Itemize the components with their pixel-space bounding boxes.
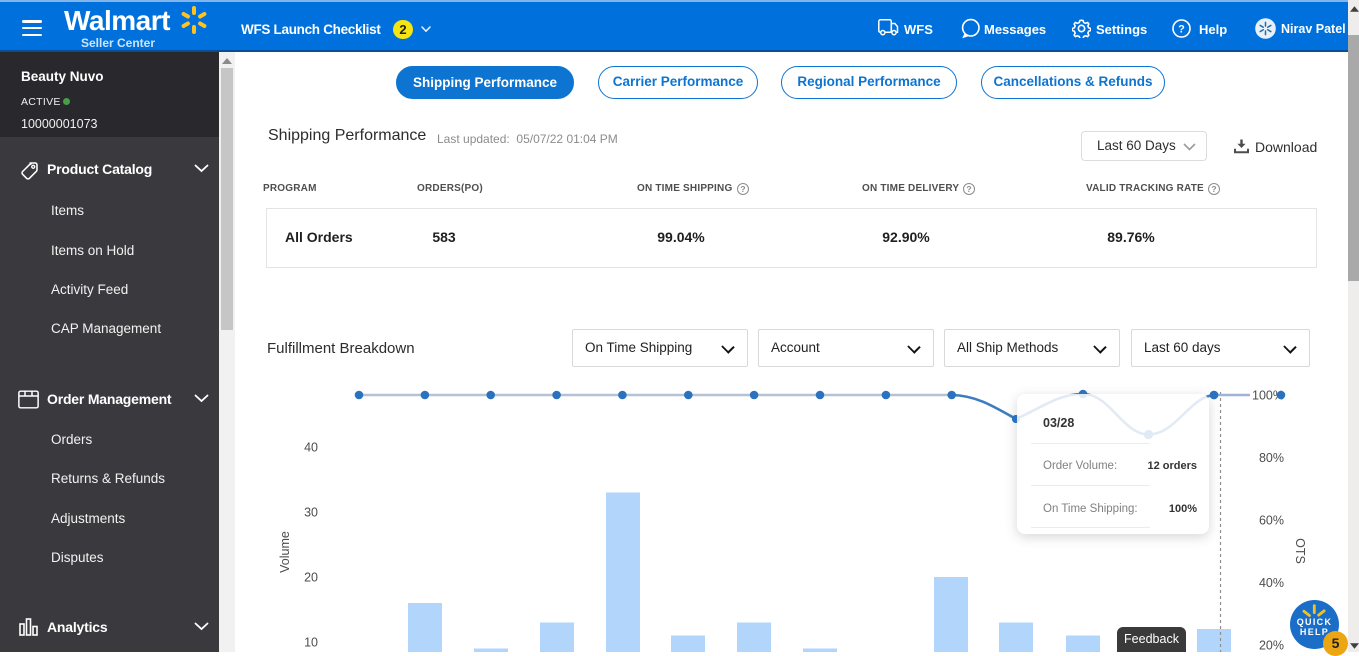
svg-text:60%: 60% bbox=[1259, 514, 1284, 528]
svg-text:80%: 80% bbox=[1259, 451, 1284, 465]
svg-text:20%: 20% bbox=[1259, 639, 1284, 653]
svg-text:Order Volume:: Order Volume: bbox=[1043, 460, 1117, 472]
svg-text:10: 10 bbox=[304, 636, 318, 650]
svg-text:?: ? bbox=[1178, 24, 1185, 36]
svg-text:20: 20 bbox=[304, 571, 318, 585]
svg-text:On Time Shipping:: On Time Shipping: bbox=[1043, 503, 1138, 515]
svg-text:30: 30 bbox=[304, 506, 318, 520]
svg-text:100%: 100% bbox=[1169, 503, 1197, 515]
svg-text:12 orders: 12 orders bbox=[1147, 460, 1197, 472]
svg-text:40: 40 bbox=[304, 441, 318, 455]
svg-text:03/28: 03/28 bbox=[1043, 416, 1074, 430]
svg-text:40%: 40% bbox=[1259, 576, 1284, 590]
svg-text:Volume: Volume bbox=[278, 531, 292, 573]
svg-text:OTS: OTS bbox=[1293, 538, 1307, 564]
